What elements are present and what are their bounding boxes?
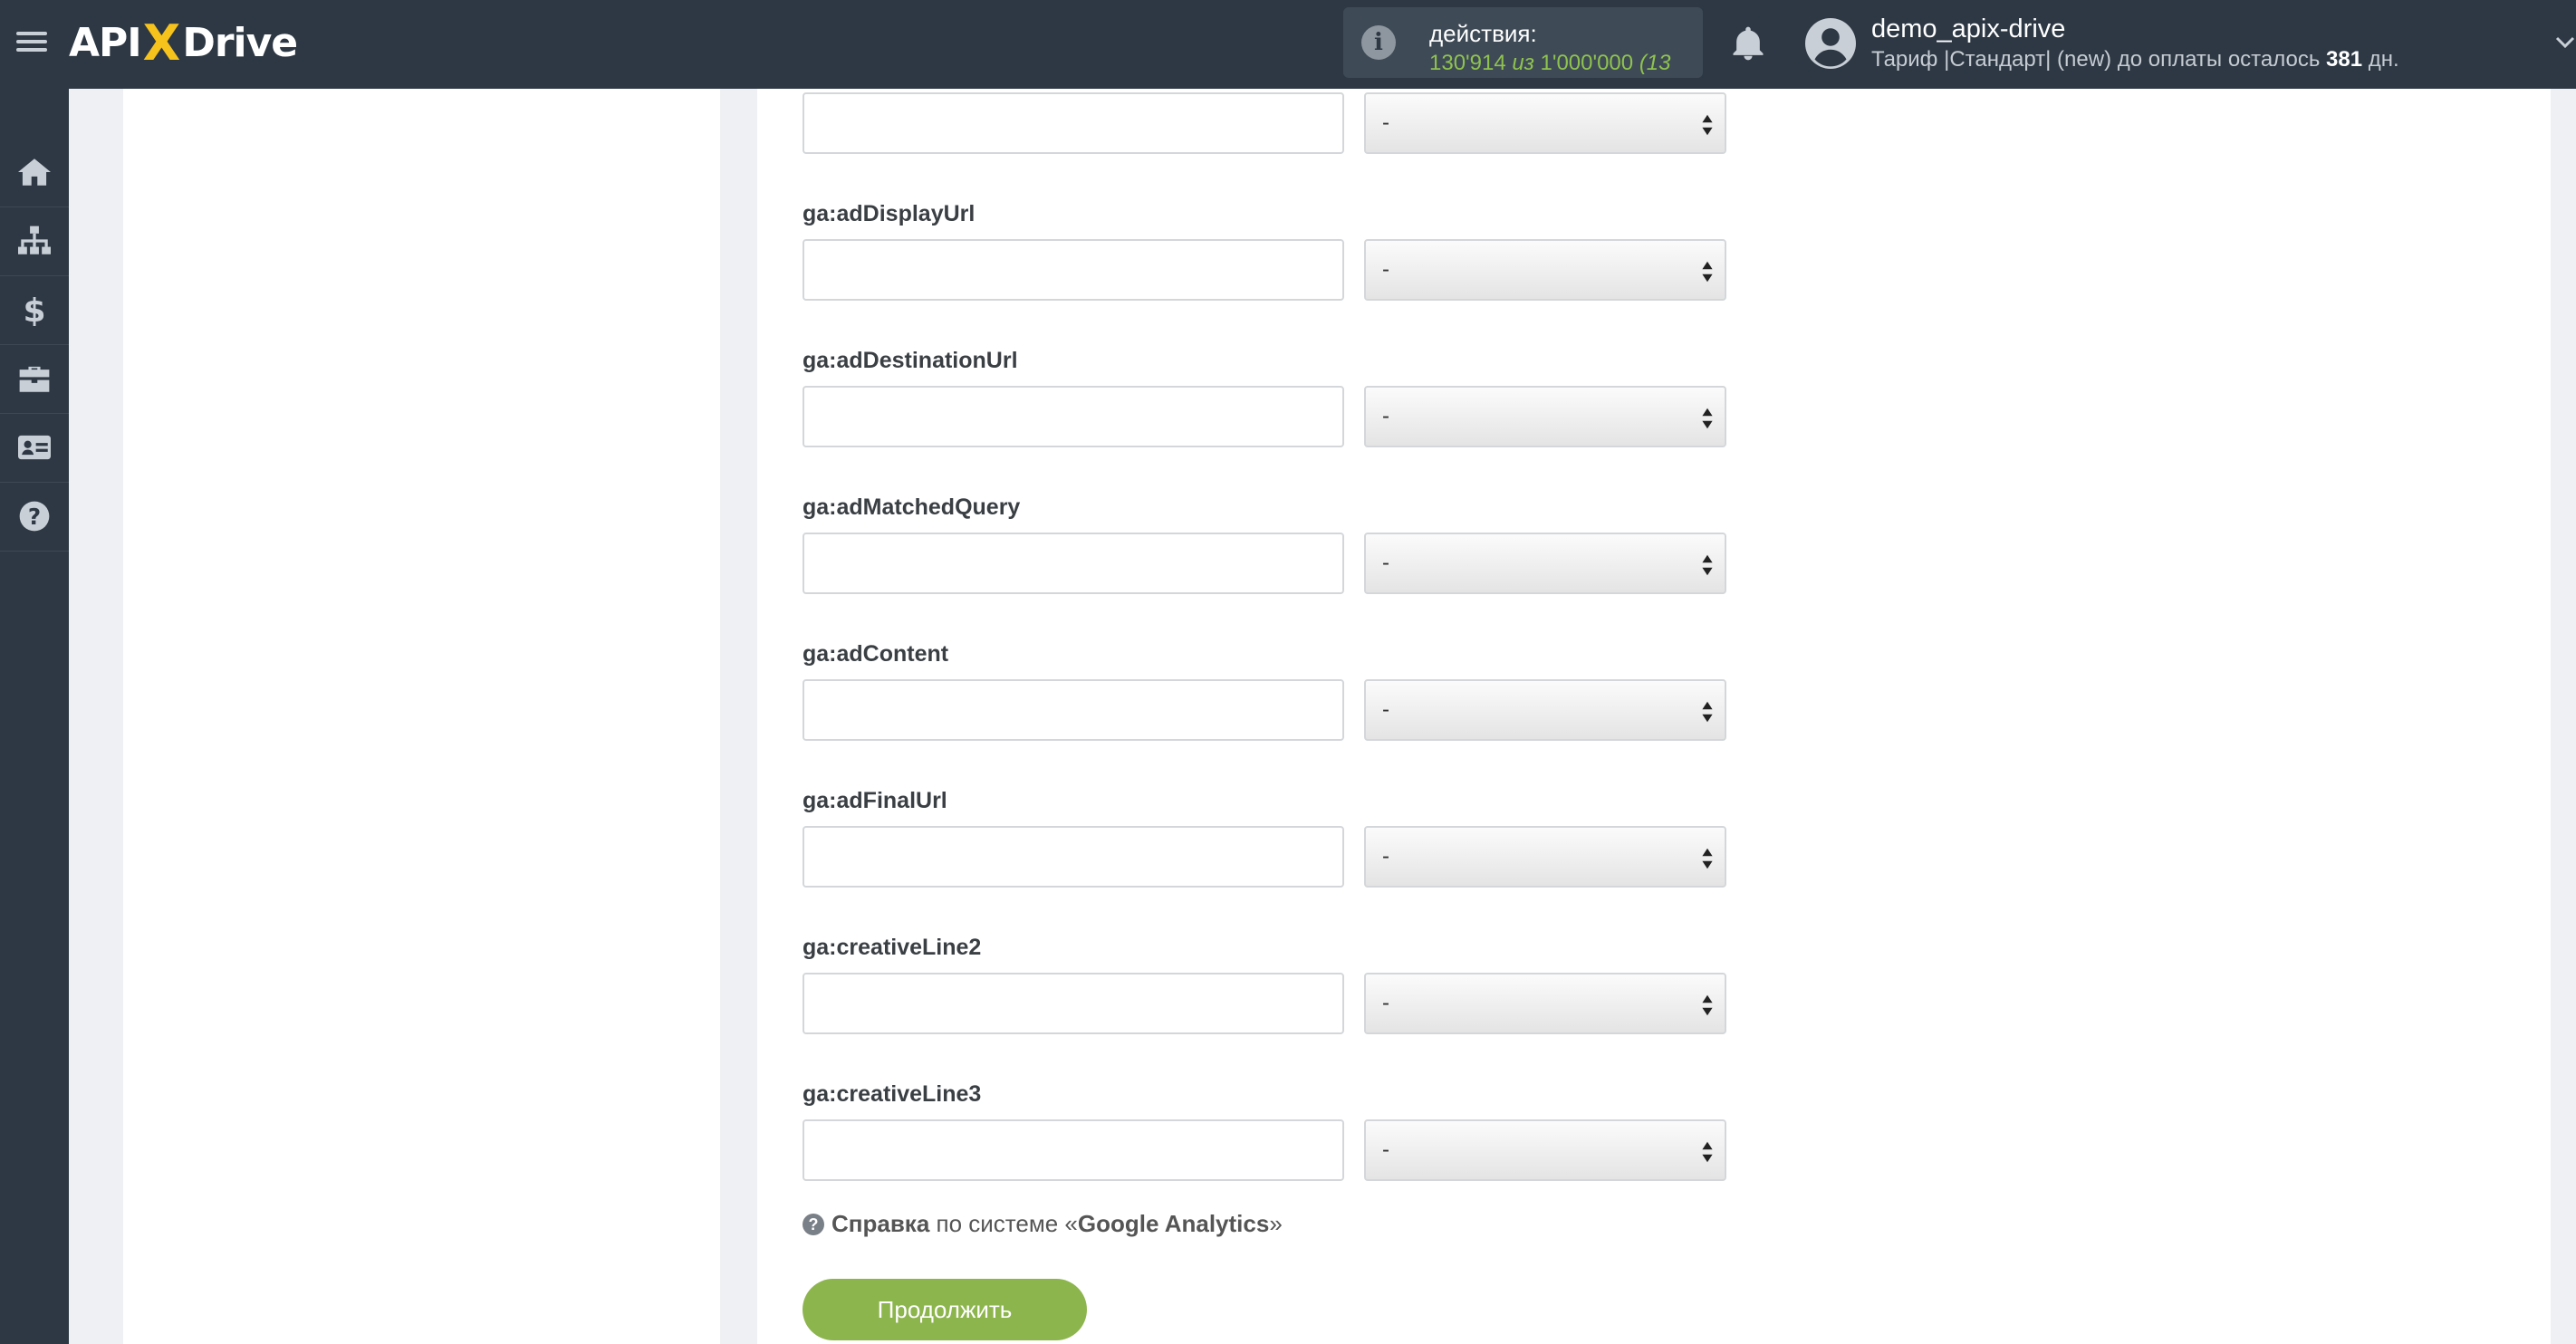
sitemap-icon bbox=[18, 226, 51, 254]
field-select[interactable]: - bbox=[1364, 973, 1726, 1034]
select-value: - bbox=[1382, 110, 1389, 135]
field-label: ga:adDisplayUrl bbox=[803, 201, 976, 226]
field-label: ga:creativeLine3 bbox=[803, 1081, 982, 1107]
sidebar-item-profile[interactable] bbox=[0, 413, 69, 483]
field-select[interactable]: - bbox=[1364, 1119, 1726, 1181]
bell-icon[interactable] bbox=[1728, 24, 1768, 63]
chevron-down-icon[interactable] bbox=[2554, 31, 2576, 53]
select-value: - bbox=[1382, 844, 1389, 869]
sidebar-item-connections[interactable] bbox=[0, 206, 69, 276]
field-select[interactable]: - bbox=[1364, 533, 1726, 594]
id-card-icon bbox=[18, 435, 51, 460]
tariff-info: Тариф |Стандарт| (new) до оплаты осталос… bbox=[1871, 47, 2399, 72]
logo-text-x: X bbox=[142, 14, 181, 72]
select-arrows-icon bbox=[1702, 848, 1713, 869]
help-strong: Справка bbox=[831, 1210, 930, 1237]
actions-total: 1'000'000 bbox=[1540, 51, 1634, 75]
select-value: - bbox=[1382, 697, 1389, 722]
sidebar: $ ? bbox=[0, 89, 69, 1344]
left-panel bbox=[123, 89, 720, 1344]
field-input[interactable] bbox=[803, 973, 1344, 1034]
question-icon: ? bbox=[803, 1214, 824, 1235]
field-label: ga:adMatchedQuery bbox=[803, 494, 1021, 520]
field-input[interactable] bbox=[803, 826, 1344, 888]
actions-counter: i действия: 130'914 из 1'000'000 (13 bbox=[1343, 7, 1703, 78]
user-name[interactable]: demo_apix-drive bbox=[1871, 14, 2065, 44]
select-arrows-icon bbox=[1702, 1141, 1713, 1163]
select-arrows-icon bbox=[1702, 701, 1713, 723]
continue-button[interactable]: Продолжить bbox=[803, 1279, 1087, 1340]
field-select[interactable]: - bbox=[1364, 239, 1726, 301]
sidebar-item-help[interactable]: ? bbox=[0, 482, 69, 552]
help-link[interactable]: ? Справка по системе «Google Analytics» bbox=[803, 1210, 1283, 1238]
svg-text:$: $ bbox=[23, 293, 45, 326]
actions-of-word: из bbox=[1512, 51, 1534, 75]
svg-text:?: ? bbox=[28, 504, 41, 530]
tariff-text: Тариф |Стандарт| (new) до оплаты осталос… bbox=[1871, 47, 2321, 72]
select-value: - bbox=[1382, 1138, 1389, 1162]
tariff-days-suffix: дн. bbox=[2368, 47, 2399, 72]
field-input[interactable] bbox=[803, 239, 1344, 301]
field-input[interactable] bbox=[803, 1119, 1344, 1181]
tariff-days: 381 bbox=[2326, 47, 2363, 72]
select-value: - bbox=[1382, 991, 1389, 1015]
top-header: API X Drive i действия: 130'914 из 1'000'0… bbox=[0, 0, 2576, 89]
field-input[interactable] bbox=[803, 92, 1344, 154]
sidebar-item-home[interactable] bbox=[0, 138, 69, 207]
actions-used: 130'914 bbox=[1429, 51, 1506, 75]
help-system: Google Analytics bbox=[1077, 1210, 1270, 1237]
actions-values: 130'914 из 1'000'000 (13 bbox=[1429, 51, 1671, 76]
select-value: - bbox=[1382, 404, 1389, 428]
select-value: - bbox=[1382, 551, 1389, 575]
field-input[interactable] bbox=[803, 386, 1344, 447]
actions-label: действия: bbox=[1429, 20, 1537, 47]
help-end: » bbox=[1269, 1210, 1283, 1237]
field-input[interactable] bbox=[803, 679, 1344, 741]
field-select[interactable]: - bbox=[1364, 386, 1726, 447]
hamburger-menu-icon[interactable] bbox=[16, 27, 47, 58]
help-middle: по системе « bbox=[936, 1210, 1078, 1237]
sidebar-item-billing[interactable]: $ bbox=[0, 275, 69, 345]
actions-extra: (13 bbox=[1639, 51, 1671, 75]
dollar-icon: $ bbox=[23, 293, 45, 326]
field-select[interactable]: - bbox=[1364, 92, 1726, 154]
select-value: - bbox=[1382, 257, 1389, 282]
field-input[interactable] bbox=[803, 533, 1344, 594]
field-select[interactable]: - bbox=[1364, 826, 1726, 888]
apix-drive-logo[interactable]: API X Drive bbox=[69, 11, 298, 74]
field-label: ga:adContent bbox=[803, 641, 949, 667]
field-label: ga:adDestinationUrl bbox=[803, 348, 1018, 373]
briefcase-icon bbox=[19, 366, 50, 392]
field-select[interactable]: - bbox=[1364, 679, 1726, 741]
select-arrows-icon bbox=[1702, 554, 1713, 576]
select-arrows-icon bbox=[1702, 994, 1713, 1016]
info-icon: i bbox=[1361, 25, 1396, 60]
select-arrows-icon bbox=[1702, 114, 1713, 136]
select-arrows-icon bbox=[1702, 261, 1713, 283]
sidebar-item-services[interactable] bbox=[0, 344, 69, 414]
field-label: ga:creativeLine2 bbox=[803, 935, 982, 960]
home-icon bbox=[18, 158, 51, 186]
select-arrows-icon bbox=[1702, 408, 1713, 429]
field-label: ga:adFinalUrl bbox=[803, 788, 947, 813]
logo-text-drive: Drive bbox=[182, 19, 298, 66]
user-avatar-icon[interactable] bbox=[1805, 18, 1856, 69]
logo-text-api: API bbox=[69, 19, 142, 66]
help-circle-icon: ? bbox=[19, 501, 50, 532]
